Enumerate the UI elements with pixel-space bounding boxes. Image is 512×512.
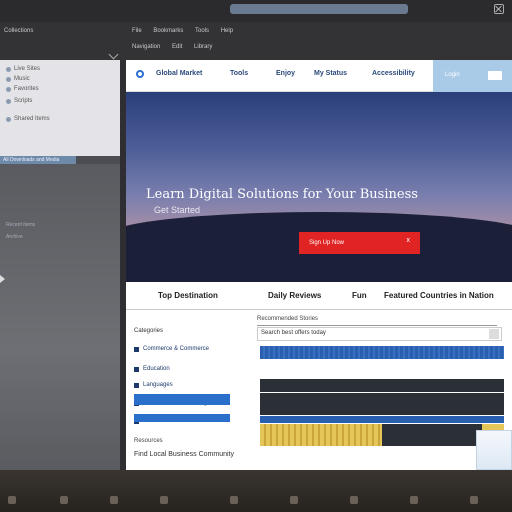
footer-link[interactable]: Find Local Business Community <box>134 451 234 458</box>
app-icon[interactable] <box>110 496 118 504</box>
browser-page: Global Market Tools Enjoy My Status Acce… <box>126 60 512 470</box>
app-icon[interactable] <box>470 496 478 504</box>
category-label: Languages <box>143 382 173 388</box>
sidebar-item-music[interactable]: Music <box>6 76 30 82</box>
tab-fun[interactable]: Fun <box>352 291 367 300</box>
sidebar-selected-item[interactable]: All Downloads and Media <box>0 156 76 164</box>
app-icon[interactable] <box>60 496 68 504</box>
sidebar-item-live-sites[interactable]: Live Sites <box>6 66 40 72</box>
app-icon[interactable] <box>230 496 238 504</box>
sidebar: Live Sites Music Favorites Scripts Share… <box>0 60 120 470</box>
categories-heading: Categories <box>134 328 164 334</box>
login-button[interactable]: Login <box>433 60 512 92</box>
content-area: Recommended Stories Categories Search be… <box>126 310 512 470</box>
tab-bar: Top Destination Daily Reviews Fun Featur… <box>126 282 512 310</box>
hero-subtitle: Get Started <box>154 205 201 215</box>
nav-link-accessibility[interactable]: Accessibility <box>372 70 415 77</box>
menu-edit[interactable]: Edit <box>172 44 182 50</box>
menu-library[interactable]: Library <box>194 44 212 50</box>
category-row[interactable]: Education <box>134 366 170 372</box>
hero-banner: Learn Digital Solutions for Your Busines… <box>126 92 512 282</box>
tab-daily-reviews[interactable]: Daily Reviews <box>268 291 321 300</box>
category-row[interactable]: Languages <box>134 382 173 388</box>
login-label: Login <box>445 72 460 78</box>
app-icon[interactable] <box>350 496 358 504</box>
menu-row-secondary: Navigation Edit Library <box>132 44 222 50</box>
app-icon[interactable] <box>290 496 298 504</box>
collections-label: Collections <box>4 28 34 34</box>
sidebar-item-label: Favorites <box>14 86 39 92</box>
result-bar[interactable] <box>260 393 504 407</box>
folder-icon <box>6 116 11 122</box>
site-navbar: Global Market Tools Enjoy My Status Acce… <box>126 60 512 92</box>
nav-link-status[interactable]: My Status <box>314 70 347 77</box>
result-bar[interactable] <box>260 379 504 392</box>
result-bar[interactable] <box>260 346 504 359</box>
category-row[interactable]: Commerce & Commerce <box>134 346 209 352</box>
menu-navigation[interactable]: Navigation <box>132 44 160 50</box>
blue-label-block[interactable] <box>134 414 230 422</box>
sidebar-item-label: Music <box>14 76 30 82</box>
folder-icon <box>6 76 11 82</box>
address-bar[interactable] <box>230 4 408 14</box>
chevron-down-icon[interactable] <box>109 49 119 59</box>
menu-bookmarks[interactable]: Bookmarks <box>153 28 183 34</box>
taskbar <box>0 470 512 512</box>
sidebar-lower-item[interactable]: Recent items <box>6 222 35 228</box>
menu-file[interactable]: File <box>132 28 142 34</box>
folder-icon <box>6 98 11 104</box>
folder-icon <box>6 86 11 92</box>
menu-tools[interactable]: Tools <box>195 28 209 34</box>
sidebar-item-label: Shared Items <box>14 116 50 122</box>
category-icon <box>134 346 139 352</box>
close-icon[interactable]: x <box>407 237 411 244</box>
menu-help[interactable]: Help <box>221 28 233 34</box>
menu-bar: Collections File Bookmarks Tools Help Na… <box>0 22 512 60</box>
sidebar-lower-item[interactable]: Archive <box>6 234 23 240</box>
title-bar <box>0 0 512 22</box>
hero-title: Learn Digital Solutions for Your Busines… <box>146 187 418 202</box>
nav-link-market[interactable]: Global Market <box>156 70 202 77</box>
close-icon[interactable] <box>494 4 504 14</box>
menu-row-primary: File Bookmarks Tools Help <box>132 28 243 34</box>
folder-icon <box>6 66 11 72</box>
login-field[interactable] <box>488 71 502 80</box>
sidebar-item-scripts[interactable]: Scripts <box>6 98 32 104</box>
chat-widget[interactable] <box>476 430 512 470</box>
result-bar[interactable] <box>260 416 504 423</box>
search-value: Search best offers today <box>261 330 326 336</box>
search-input[interactable]: Search best offers today <box>257 327 502 341</box>
nav-link-enjoy[interactable]: Enjoy <box>276 70 295 77</box>
divider <box>257 325 497 326</box>
app-icon[interactable] <box>160 496 168 504</box>
result-bar-highlight[interactable] <box>260 424 504 446</box>
category-icon <box>134 382 139 388</box>
sidebar-lower-panel: Recent items Archive <box>0 164 120 470</box>
resources-heading: Resources <box>134 438 163 444</box>
sidebar-item-shared[interactable]: Shared Items <box>6 116 50 122</box>
tab-top-destination[interactable]: Top Destination <box>158 291 218 300</box>
sidebar-item-label: Scripts <box>14 98 33 104</box>
signup-label: Sign Up Now <box>309 240 345 246</box>
category-label: Commerce & Commerce <box>143 346 210 352</box>
search-icon[interactable] <box>489 329 499 339</box>
app-icon[interactable] <box>8 496 16 504</box>
sidebar-item-label: Live Sites <box>14 66 41 72</box>
section-title: Recommended Stories <box>257 316 319 322</box>
category-icon <box>134 366 139 372</box>
highlight-segment <box>260 424 382 446</box>
signup-button[interactable]: Sign Up Now x <box>299 232 420 254</box>
category-label: Education <box>143 366 170 372</box>
left-menu-title: Collections <box>4 28 43 34</box>
blue-label-block[interactable] <box>134 394 230 405</box>
mouse-cursor-icon <box>0 275 5 283</box>
sidebar-item-favorites[interactable]: Favorites <box>6 86 39 92</box>
site-logo-icon[interactable] <box>136 70 144 78</box>
tab-featured-countries[interactable]: Featured Countries in Nation <box>384 291 494 300</box>
sidebar-tree: Live Sites Music Favorites Scripts Share… <box>0 60 120 156</box>
nav-link-tools[interactable]: Tools <box>230 70 248 77</box>
app-icon[interactable] <box>410 496 418 504</box>
